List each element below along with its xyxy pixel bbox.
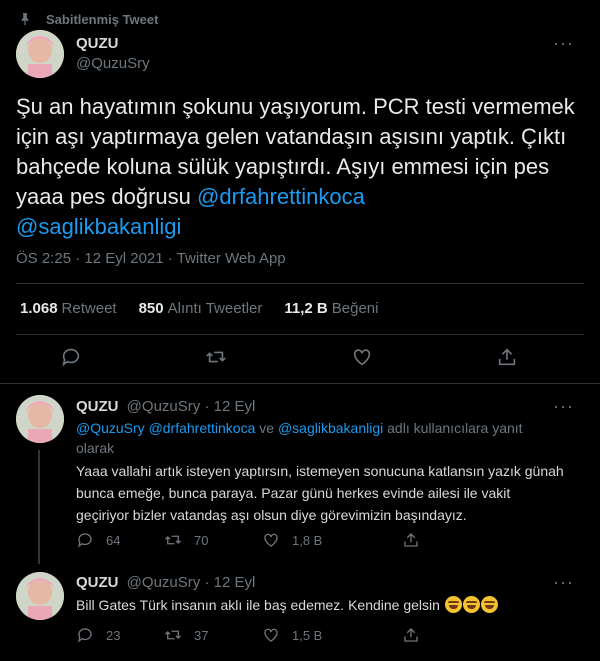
retweet-icon[interactable]	[205, 346, 229, 370]
more-options-icon[interactable]: ···	[553, 396, 574, 417]
tweet-stats: 1.068 Retweet 850 Alıntı Tweetler 11,2 B Be…	[20, 300, 378, 317]
like-icon[interactable]	[351, 346, 375, 370]
thread-line	[38, 450, 40, 564]
retweet-button[interactable]: 37	[164, 626, 262, 644]
like-stat[interactable]: 11,2 B Beğeni	[284, 300, 378, 317]
retweet-count: 70	[194, 532, 209, 548]
tweet-meta: ÖS 2:25 · 12 Eyl 2021 · Twitter Web App	[16, 250, 286, 267]
author-handle[interactable]: @QuzuSry	[76, 55, 150, 72]
like-icon	[264, 533, 278, 547]
share-icon[interactable]	[496, 346, 520, 370]
avatar-image	[16, 395, 64, 443]
reply-count: 23	[106, 627, 121, 643]
avatar[interactable]	[16, 572, 64, 620]
retweet-count: 37	[194, 627, 209, 643]
share-button[interactable]	[402, 626, 490, 644]
reply-text: Bill Gates Türk insanın aklı ile baş ede…	[76, 594, 566, 616]
reply-header: QUZU @QuzuSry · 12 Eyl	[76, 398, 256, 415]
tweet-source[interactable]: Twitter Web App	[177, 250, 286, 267]
like-icon	[264, 628, 278, 642]
reply-icon[interactable]	[60, 346, 84, 370]
retweet-button[interactable]: 70	[164, 531, 262, 549]
reply-count: 64	[106, 532, 121, 548]
pinned-indicator: Sabitlenmiş Tweet	[18, 10, 158, 28]
avatar-image	[16, 30, 64, 78]
tweet-date[interactable]: 12 Eyl 2021	[84, 250, 163, 267]
avatar-image	[16, 572, 64, 620]
author-name[interactable]: QUZU	[76, 35, 119, 52]
retweet-icon	[165, 535, 181, 545]
laughing-emoji-icon	[444, 596, 498, 613]
reply-header: QUZU @QuzuSry · 12 Eyl	[76, 574, 256, 591]
tweet-text: Şu an hayatımın şokunu yaşıyorum. PCR te…	[16, 92, 586, 242]
reply-to-and: ve	[259, 420, 275, 436]
mention-link[interactable]: @saglikbakanligi	[278, 420, 383, 436]
author-handle[interactable]: @QuzuSry	[127, 574, 201, 591]
like-button[interactable]: 1,8 B	[262, 531, 402, 549]
more-options-icon[interactable]: ···	[553, 33, 574, 54]
retweet-count: 1.068	[20, 300, 58, 317]
share-button[interactable]	[402, 531, 490, 549]
reply-button[interactable]: 64	[76, 531, 164, 549]
quote-label: Alıntı Tweetler	[167, 300, 263, 317]
author-name[interactable]: QUZU	[76, 574, 119, 591]
divider	[16, 283, 584, 284]
author-name[interactable]: QUZU	[76, 398, 119, 415]
reply-actions: 64 70 1,8 B	[76, 531, 490, 549]
like-button[interactable]: 1,5 B	[262, 626, 402, 644]
avatar[interactable]	[16, 30, 64, 78]
retweet-icon	[165, 630, 181, 640]
pin-icon	[21, 13, 29, 26]
avatar[interactable]	[16, 395, 64, 443]
more-options-icon[interactable]: ···	[553, 572, 574, 593]
mention-link[interactable]: @drfahrettinkoca	[197, 184, 365, 209]
like-count: 1,8 B	[292, 532, 323, 548]
share-icon	[404, 533, 418, 547]
quote-count: 850	[138, 300, 164, 317]
mention-link[interactable]: @saglikbakanligi	[16, 214, 181, 239]
reply-date[interactable]: 12 Eyl	[214, 574, 256, 591]
reply-button[interactable]: 23	[76, 626, 164, 644]
divider	[0, 383, 600, 384]
like-count: 1,5 B	[292, 627, 323, 643]
reply-text: Yaaa vallahi artık isteyen yaptırsın, is…	[76, 463, 564, 523]
mention-link[interactable]: @QuzuSry @drfahrettinkoca	[76, 420, 255, 436]
reply-actions: 23 37 1,5 B	[76, 626, 490, 644]
pinned-label: Sabitlenmiş Tweet	[46, 11, 159, 27]
replying-to: @QuzuSry @drfahrettinkoca ve @saglikbaka…	[76, 418, 551, 458]
author-handle[interactable]: @QuzuSry	[127, 398, 201, 415]
quote-stat[interactable]: 850 Alıntı Tweetler	[139, 300, 263, 317]
retweet-label: Retweet	[61, 300, 117, 317]
tweet-time[interactable]: ÖS 2:25	[16, 250, 71, 267]
like-label: Beğeni	[331, 300, 379, 317]
reply-date[interactable]: 12 Eyl	[214, 398, 256, 415]
reply-icon	[77, 628, 92, 643]
reply-body: Bill Gates Türk insanın aklı ile baş ede…	[76, 597, 440, 613]
divider	[16, 334, 584, 335]
like-count: 11,2 B	[284, 300, 328, 317]
tweet-actions	[60, 346, 520, 370]
share-icon	[404, 628, 418, 642]
retweet-stat[interactable]: 1.068 Retweet	[20, 300, 117, 317]
reply-icon	[77, 533, 92, 548]
